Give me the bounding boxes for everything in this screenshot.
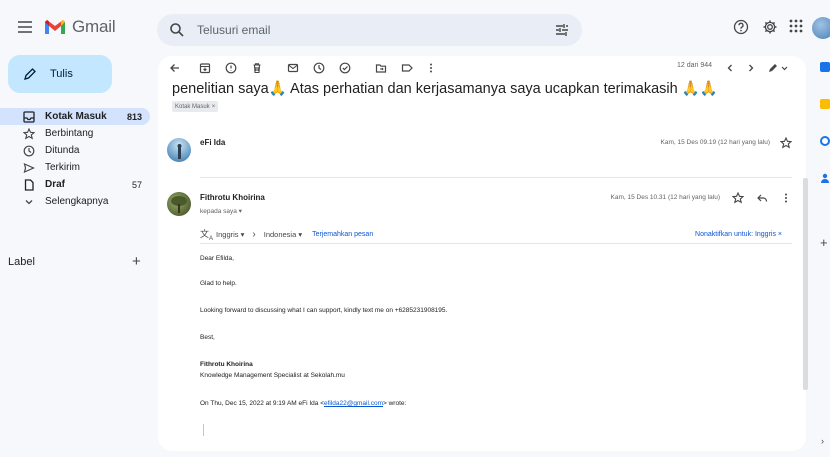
quoted-header-suffix: > wrote:: [383, 400, 407, 407]
label-chip-text: Kotak Masuk: [175, 103, 210, 110]
add-app-button[interactable]: +: [820, 235, 828, 250]
message-date: Kam, 15 Des 10.31 (12 hari yang lalu): [610, 194, 720, 201]
sender-avatar: [167, 138, 191, 162]
inbox-icon: [22, 110, 36, 124]
sender-avatar: [167, 192, 191, 216]
signature-name: Fithrotu Khoirina: [200, 361, 253, 368]
sidebar-item-label: Ditunda: [45, 145, 80, 156]
help-icon[interactable]: [733, 19, 749, 35]
pencil-icon: [24, 68, 36, 80]
archive-icon[interactable]: [198, 61, 212, 75]
disable-translate-link[interactable]: Nonaktifkan untuk: Inggris ×: [695, 231, 782, 238]
snooze-icon[interactable]: [312, 61, 326, 75]
translate-icon: 文A: [200, 229, 214, 242]
quoted-header: On Thu, Dec 15, 2022 at 9:19 AM eFi Ida …: [200, 400, 406, 407]
translate-target-language[interactable]: Indonesia ▾: [264, 230, 302, 239]
calendar-app-icon[interactable]: [820, 62, 830, 72]
send-icon: [22, 161, 36, 175]
search-options-icon[interactable]: [554, 22, 570, 38]
thread-subject: penelitian saya🙏 Atas perhatian dan kerj…: [172, 81, 718, 97]
sidebar-item-drafts[interactable]: Draf 57: [0, 176, 150, 193]
search-icon[interactable]: [169, 22, 185, 38]
compose-button[interactable]: Tulis: [8, 55, 112, 93]
pagination-info: 12 dari 944: [676, 62, 712, 69]
quoted-header-prefix: On Thu, Dec 15, 2022 at 9:19 AM eFi Ida …: [200, 400, 324, 407]
gmail-logo[interactable]: Gmail: [44, 17, 116, 37]
search-bar[interactable]: [157, 14, 582, 46]
sidebar-item-label: Berbintang: [45, 128, 94, 139]
more-vertical-icon[interactable]: [780, 192, 792, 204]
search-input[interactable]: [197, 14, 537, 46]
report-spam-icon[interactable]: [224, 61, 238, 75]
tasks-app-icon[interactable]: [820, 136, 830, 146]
source-language-label: Inggris ▾: [216, 229, 245, 239]
hamburger-menu-icon: [18, 21, 32, 33]
message-date: Kam, 15 Des 09.19 (12 hari yang lalu): [660, 139, 770, 146]
contacts-app-icon[interactable]: [820, 173, 830, 183]
account-avatar[interactable]: [812, 17, 830, 39]
scrollbar[interactable]: [803, 178, 808, 390]
expand-panel-chevron-icon[interactable]: ›: [821, 436, 824, 446]
sidebar-item-snoozed[interactable]: Ditunda: [0, 142, 150, 159]
star-icon: [22, 127, 36, 141]
add-task-icon[interactable]: [338, 61, 352, 75]
email-body-line: Glad to help.: [200, 280, 237, 287]
arrow-right-icon: ›: [252, 229, 256, 240]
google-apps-icon[interactable]: [789, 19, 803, 33]
labels-heading: Label: [8, 256, 35, 268]
quote-indicator: [203, 424, 204, 436]
signature-title: Knowledge Management Specialist at Sekol…: [200, 372, 345, 379]
sidebar-item-label: Kotak Masuk: [45, 111, 107, 122]
recipient-details[interactable]: kepada saya ▾: [200, 207, 242, 215]
sidebar-item-label: Terkirim: [45, 162, 80, 173]
reply-icon[interactable]: [756, 192, 768, 204]
sidebar-item-label: Selengkapnya: [45, 196, 109, 207]
add-label-button[interactable]: +: [132, 253, 141, 270]
translate-message-link[interactable]: Terjemahkan pesan: [312, 231, 373, 238]
sidebar-item-label: Draf: [45, 179, 66, 190]
chevron-down-icon: [22, 195, 36, 209]
delete-icon[interactable]: [250, 61, 264, 75]
unread-count: 813: [126, 111, 142, 122]
more-vertical-icon[interactable]: [424, 61, 438, 75]
settings-gear-icon[interactable]: [762, 19, 778, 35]
gmail-m-icon: [45, 19, 65, 34]
sender-name[interactable]: Fithrotu Khoirina: [200, 193, 265, 202]
star-icon[interactable]: [780, 137, 792, 149]
sender-name[interactable]: eFi Ida: [200, 138, 225, 147]
keep-app-icon[interactable]: [820, 99, 830, 109]
remove-label-icon[interactable]: ×: [212, 104, 216, 110]
mark-unread-icon[interactable]: [286, 61, 300, 75]
clock-icon: [22, 144, 36, 158]
app-name: Gmail: [72, 17, 116, 36]
email-closing: Best,: [200, 334, 215, 341]
message-divider: [200, 177, 792, 178]
sidebar-item-more[interactable]: Selengkapnya: [0, 193, 150, 210]
sidebar-item-inbox[interactable]: Kotak Masuk 813: [0, 108, 150, 125]
translate-source-language[interactable]: 文A Inggris ▾: [200, 227, 244, 242]
email-body-line: Looking forward to discussing what I can…: [200, 307, 448, 314]
input-tools-icon[interactable]: [766, 61, 790, 75]
label-icon[interactable]: [400, 61, 414, 75]
translate-bar: 文A Inggris ▾ › Indonesia ▾ Terjemahkan p…: [200, 226, 792, 244]
compose-label: Tulis: [50, 68, 73, 80]
message-view: 12 dari 944 penelitian saya🙏 Atas perhat…: [158, 56, 806, 451]
email-greeting: Dear Efilda,: [200, 255, 234, 262]
message-toolbar: 12 dari 944: [158, 56, 806, 80]
draft-icon: [22, 178, 36, 192]
sidebar-item-starred[interactable]: Berbintang: [0, 125, 150, 142]
star-icon[interactable]: [732, 192, 744, 204]
label-chip[interactable]: Kotak Masuk ×: [172, 101, 219, 112]
previous-chevron-icon[interactable]: [723, 61, 737, 75]
sidebar-item-sent[interactable]: Terkirim: [0, 159, 150, 176]
move-to-icon[interactable]: [374, 61, 388, 75]
main-menu-button[interactable]: [16, 18, 36, 38]
next-chevron-icon[interactable]: [744, 61, 758, 75]
quoted-email-link[interactable]: efilda22@gmail.com: [324, 400, 383, 407]
back-arrow-icon[interactable]: [168, 61, 182, 75]
draft-count: 57: [131, 179, 142, 190]
